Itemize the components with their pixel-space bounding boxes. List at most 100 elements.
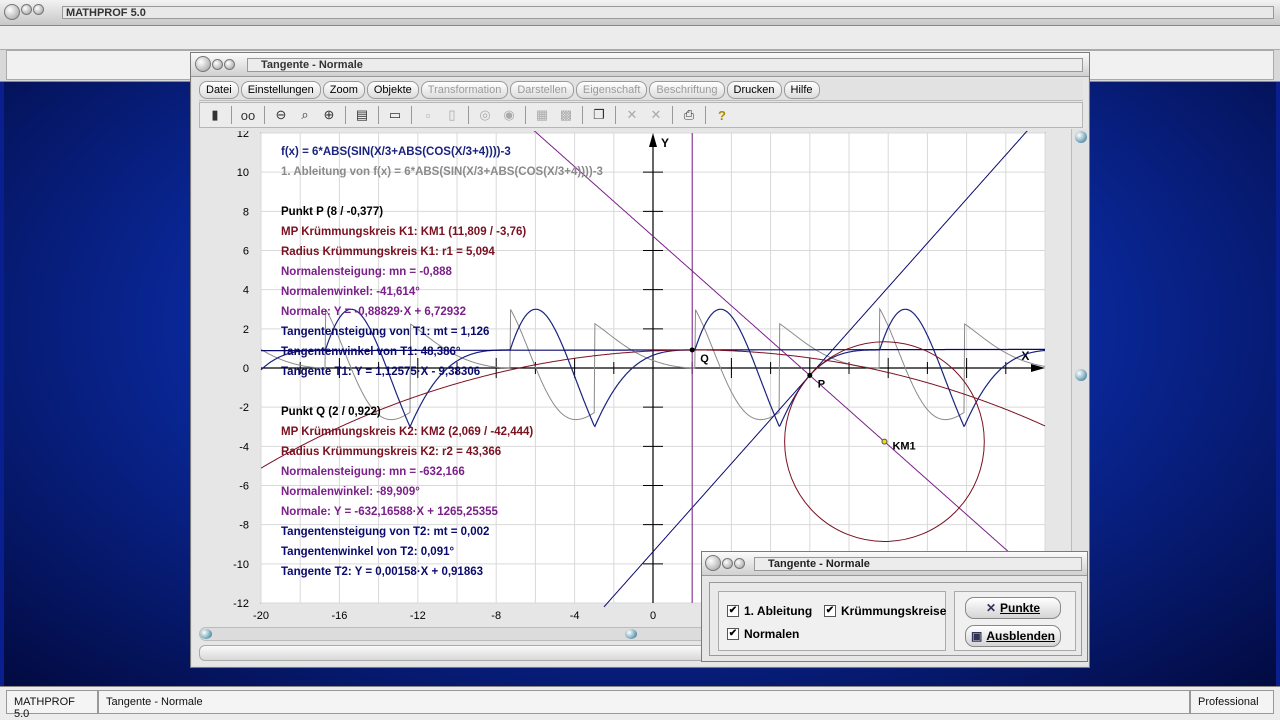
glasses-icon[interactable]: oo — [237, 105, 259, 125]
status-edition: Professional — [1190, 690, 1274, 714]
app-menu-band — [0, 26, 1280, 50]
minimize-bubble-icon[interactable] — [722, 557, 733, 569]
point-q-info: Punkt Q (2 / 0,922) — [281, 406, 381, 418]
y-tick-label: 2 — [243, 324, 249, 336]
point-p-info: Tangente T1: Y = 1,12575·X - 9,38306 — [281, 366, 480, 378]
target-alt-icon[interactable]: ◉ — [498, 105, 520, 125]
button-group: ✕ Punkte ▣ Ausblenden — [954, 591, 1076, 651]
menu-hilfe[interactable]: Hilfe — [783, 80, 820, 99]
horizontal-scroll-thumb[interactable] — [625, 629, 637, 639]
close-bubble-icon[interactable] — [195, 56, 211, 72]
point-km1-label: KM1 — [892, 441, 915, 453]
point-p-info: Radius Krümmungskreis K1: r1 = 5,094 — [281, 246, 495, 258]
menu-datei[interactable]: Datei — [199, 80, 239, 99]
dialog-title-bar: Tangente - Normale — [702, 552, 1087, 576]
point-p-info: Normalenwinkel: -41,614° — [281, 286, 420, 298]
point-p-marker[interactable] — [807, 372, 813, 378]
app-title-bar: MATHPROF 5.0 — [0, 0, 1280, 26]
checkbox-icon[interactable]: ✔ — [824, 605, 836, 617]
vertical-scroll-thumb[interactable] — [1075, 369, 1087, 381]
point-p-info: Punkt P (8 / -0,377) — [281, 206, 383, 218]
print-icon[interactable]: ⎙ — [678, 105, 700, 125]
menu-bar: Datei Einstellungen Zoom Objekte Transformat… — [199, 79, 1083, 101]
point-q-info: Tangentensteigung von T2: mt = 0,002 — [281, 526, 489, 538]
zoom-icon[interactable]: ⌕ — [294, 105, 316, 125]
help-icon[interactable]: ? — [711, 105, 733, 125]
status-module: Tangente - Normale — [98, 690, 1190, 714]
close-bubble-icon[interactable] — [4, 4, 20, 20]
scroll-left-handle[interactable] — [200, 629, 212, 639]
scroll-up-handle[interactable] — [1075, 131, 1087, 143]
checkbox-icon[interactable]: ✔ — [727, 628, 739, 640]
vertical-scrollbar[interactable] — [1071, 129, 1089, 605]
checkbox-normals[interactable]: ✔ Normalen — [727, 627, 799, 641]
child-window-controls[interactable] — [195, 56, 235, 72]
y-tick-label: 10 — [237, 167, 249, 179]
x-tick-label: 0 — [650, 610, 656, 622]
maximize-bubble-icon[interactable] — [33, 4, 44, 15]
close-bubble-icon[interactable] — [705, 555, 721, 571]
menu-beschriftung[interactable]: Beschriftung — [649, 80, 725, 99]
menu-eigenschaft[interactable]: Eigenschaft — [575, 80, 648, 99]
menu-objekte[interactable]: Objekte — [366, 80, 419, 99]
horizontal-scrollbar[interactable] — [199, 627, 709, 641]
menu-zoom[interactable]: Zoom — [322, 80, 365, 99]
point-km1-marker[interactable] — [881, 438, 888, 445]
properties-icon[interactable]: ▤ — [351, 105, 373, 125]
menu-einstellungen[interactable]: Einstellungen — [240, 80, 321, 99]
delete-icon[interactable]: ✕ — [621, 105, 643, 125]
window-icon[interactable]: ▭ — [384, 105, 406, 125]
point-q-marker[interactable] — [689, 347, 695, 353]
target-icon[interactable]: ◎ — [474, 105, 496, 125]
point-p-info: Normale: Y = -0,88829·X + 6,72932 — [281, 306, 466, 318]
menu-darstellen[interactable]: Darstellen — [510, 80, 574, 99]
maximize-bubble-icon[interactable] — [734, 557, 745, 569]
point-q-info: MP Krümmungskreis K2: KM2 (2,069 / -42,4… — [281, 426, 533, 438]
menu-transformation[interactable]: Transformation — [420, 80, 509, 99]
y-tick-label: -4 — [239, 441, 249, 453]
derivative-formula: 1. Ableitung von f(x) = 6*ABS(SIN(X/3+AB… — [281, 166, 603, 178]
point-q-info: Normale: Y = -632,16588·X + 1265,25355 — [281, 506, 499, 518]
checkbox-curvature-circles[interactable]: ✔ Krümmungskreise — [824, 604, 946, 618]
window-controls[interactable] — [4, 4, 44, 20]
menu-drucken[interactable]: Drucken — [726, 80, 782, 99]
table-icon[interactable]: ▦ — [531, 105, 553, 125]
dialog-controls[interactable] — [705, 555, 745, 571]
point-q-info: Tangentenwinkel von T2: 0,091° — [281, 546, 454, 558]
y-tick-label: -10 — [233, 559, 249, 571]
y-tick-label: 0 — [243, 363, 249, 375]
minimize-bubble-icon[interactable] — [21, 4, 32, 15]
window-title-bar: Tangente - Normale — [191, 53, 1089, 77]
y-tick-label: 12 — [237, 131, 249, 140]
checkbox-derivative[interactable]: ✔ 1. Ableitung — [727, 604, 812, 618]
point-q-info: Normalensteigung: mn = -632,166 — [281, 466, 465, 478]
maximize-bubble-icon[interactable] — [224, 58, 235, 70]
x-tick-label: -4 — [570, 610, 580, 622]
point-q-info: Tangente T2: Y = 0,00158·X + 0,91863 — [281, 566, 483, 578]
frame-icon[interactable]: ▫ — [417, 105, 439, 125]
y-tick-label: -6 — [239, 481, 249, 493]
minimize-bubble-icon[interactable] — [212, 58, 223, 70]
point-p-info: MP Krümmungskreis K1: KM1 (11,809 / -3,7… — [281, 226, 526, 238]
points-button[interactable]: ✕ Punkte — [965, 597, 1061, 619]
point-q-label: Q — [700, 353, 709, 365]
hide-icon: ▣ — [970, 629, 983, 643]
y-tick-label: 4 — [243, 285, 249, 297]
hide-button[interactable]: ▣ Ausblenden — [965, 625, 1061, 647]
zoom-out-icon[interactable]: ⊖ — [270, 105, 292, 125]
options-group: ✔ 1. Ableitung ✔ Krümmungskreise ✔ Norma… — [718, 591, 946, 651]
grid-icon[interactable]: ▩ — [555, 105, 577, 125]
checkbox-icon[interactable]: ✔ — [727, 605, 739, 617]
y-tick-label: -8 — [239, 520, 249, 532]
dialog-title: Tangente - Normale — [768, 558, 870, 570]
point-q-info: Radius Krümmungskreis K2: r2 = 43,366 — [281, 446, 501, 458]
calculator-icon[interactable]: ▮ — [204, 105, 226, 125]
x-tick-label: -12 — [410, 610, 426, 622]
tangente-normale-dialog: Tangente - Normale ✔ 1. Ableitung ✔ Krüm… — [701, 551, 1088, 662]
copy-icon[interactable]: ❐ — [588, 105, 610, 125]
x-tick-label: -16 — [331, 610, 347, 622]
zoom-in-icon[interactable]: ⊕ — [318, 105, 340, 125]
frames-icon[interactable]: ▯ — [441, 105, 463, 125]
delete-all-icon[interactable]: ✕ — [645, 105, 667, 125]
x-tick-label: -8 — [491, 610, 501, 622]
